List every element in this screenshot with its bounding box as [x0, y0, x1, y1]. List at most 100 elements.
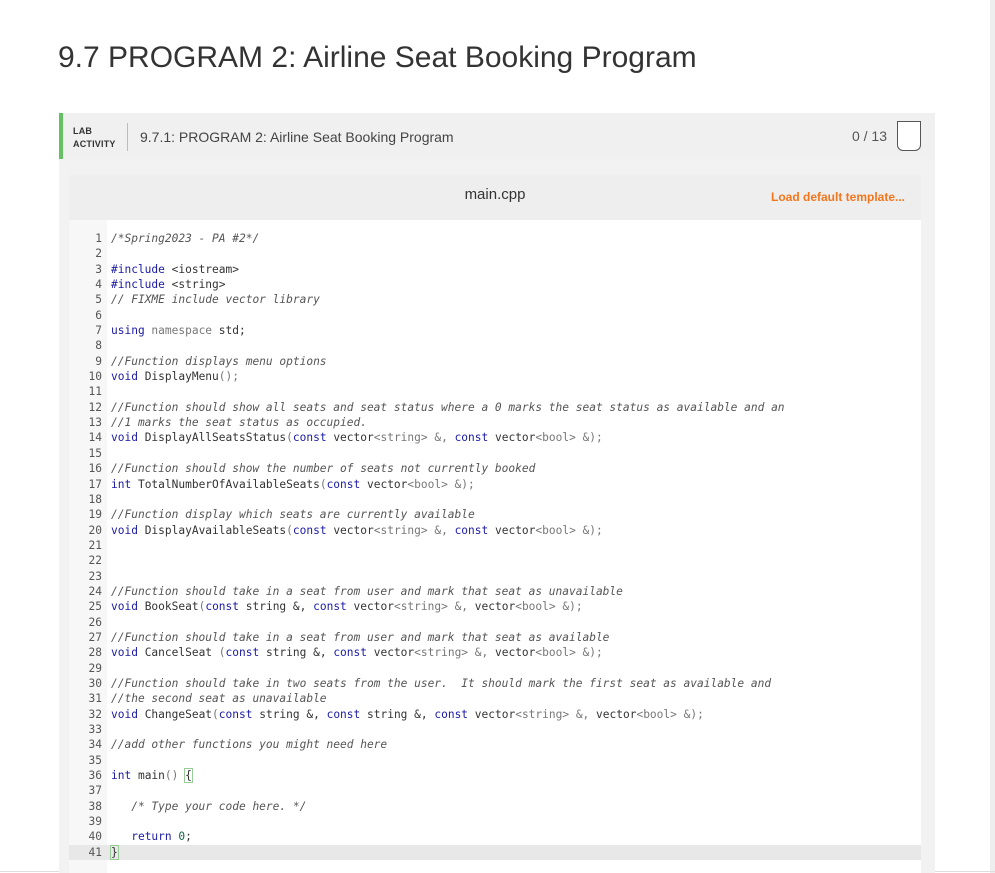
code-token: DisplayAvailableSeats [144, 523, 287, 537]
code-token: vector [494, 646, 536, 660]
code-line[interactable]: 4 #include <string> [69, 277, 921, 292]
line-number: 31 [88, 692, 102, 706]
code-line[interactable]: 3 #include <iostream> [69, 262, 921, 277]
code-line[interactable]: 28 void CancelSeat (const string &, const… [69, 645, 921, 660]
code-line[interactable]: 29 [69, 661, 921, 676]
code-line[interactable]: 8 [69, 338, 921, 353]
code-token: void [111, 370, 145, 384]
code-token: <string> &, [373, 431, 455, 445]
code-text: #include <iostream> [111, 262, 239, 277]
line-number: 22 [88, 554, 102, 568]
line-number: 4 [95, 278, 102, 292]
code-token: DisplayAllSeatsStatus [144, 431, 287, 445]
code-line[interactable]: 2 [69, 246, 921, 261]
code-line[interactable]: 9 //Function displays menu options [69, 354, 921, 369]
line-number: 19 [88, 508, 102, 522]
line-number: 27 [88, 630, 102, 644]
line-number: 30 [88, 676, 102, 690]
code-text: //add other functions you might need her… [111, 737, 387, 752]
code-line[interactable]: 40 return 0; [69, 829, 921, 844]
code-text: //Function should show all seats and sea… [111, 400, 785, 415]
code-line[interactable]: 26 [69, 615, 921, 630]
code-line[interactable]: 35 [69, 753, 921, 768]
code-line[interactable]: 11 [69, 384, 921, 399]
line-number: 38 [88, 799, 102, 813]
code-line[interactable]: 27 //Function should take in a seat from … [69, 630, 921, 645]
line-number: 18 [88, 492, 102, 506]
code-token: const [434, 707, 475, 721]
code-token: const [218, 707, 260, 721]
code-token: <string> &, [393, 600, 475, 614]
code-line[interactable]: 16 //Function should show the number of s… [69, 461, 921, 476]
code-line[interactable]: 25 void BookSeat(const string &, const ve… [69, 599, 921, 614]
code-text: //Function display which seats are curre… [111, 507, 475, 522]
code-token: const [454, 431, 495, 445]
code-line[interactable]: 15 [69, 446, 921, 461]
code-text: //Function displays menu options [111, 354, 327, 369]
code-line[interactable]: 36 int main() { [69, 768, 921, 784]
code-line[interactable]: 19 //Function display which seats are cur… [69, 507, 921, 522]
code-line[interactable]: 32 void ChangeSeat(const string &, const … [69, 707, 921, 722]
code-token: vector [373, 646, 415, 660]
activity-type-label: LAB ACTIVITY [73, 125, 116, 151]
code-line[interactable]: 12 //Function should show all seats and s… [69, 400, 921, 415]
code-token: vector [353, 600, 394, 614]
code-token: CancelSeat [144, 646, 219, 660]
code-line[interactable]: 17 int TotalNumberOfAvailableSeats(const … [69, 477, 921, 492]
code-token: void [111, 523, 145, 537]
code-line[interactable]: 37 [69, 783, 921, 798]
code-token: ( [319, 477, 327, 491]
code-line[interactable]: 41} [69, 844, 921, 861]
code-line[interactable]: 30 //Function should take in two seats fr… [69, 676, 921, 691]
code-line[interactable]: 18 [69, 492, 921, 507]
code-text-area[interactable]: 1 /*Spring2023 - PA #2*/ 2 3 #include <iostr… [69, 220, 921, 873]
score-text: 0 / 13 [851, 128, 887, 144]
code-token: { [184, 768, 193, 784]
code-token: string &, [265, 646, 334, 660]
line-number: 11 [88, 385, 102, 399]
code-token: <bool> &); [535, 523, 603, 537]
scrollbar-track[interactable] [990, 0, 995, 873]
line-number: 29 [88, 661, 102, 675]
code-line[interactable]: 38 /* Type your code here. */ [69, 799, 921, 814]
code-text: } [110, 844, 119, 860]
code-token: void [111, 600, 145, 614]
code-token: ( [286, 431, 293, 445]
code-line[interactable]: 21 [69, 538, 921, 553]
code-line[interactable]: 13 //1 marks the seat status as occupied. [69, 415, 921, 430]
code-text: //1 marks the seat status as occupied. [111, 415, 367, 430]
line-number: 7 [95, 324, 102, 338]
code-line[interactable]: 10 void DisplayMenu(); [69, 369, 921, 384]
line-number: 15 [88, 446, 102, 460]
code-line[interactable]: 39 [69, 814, 921, 829]
code-line[interactable]: 1 /*Spring2023 - PA #2*/ [69, 231, 921, 246]
code-token: const [326, 707, 367, 721]
line-number: 10 [88, 370, 102, 384]
code-line[interactable]: 34 //add other functions you might need h… [69, 737, 921, 752]
code-line[interactable]: 24 //Function should take in a seat from … [69, 584, 921, 599]
code-text: //the second seat as unavailable [111, 691, 327, 706]
code-line[interactable]: 22 [69, 553, 921, 568]
load-default-template-link[interactable]: Load default template... [771, 190, 905, 204]
code-lines[interactable]: 1 /*Spring2023 - PA #2*/ 2 3 #include <iostr… [69, 231, 921, 861]
code-line[interactable]: 33 [69, 722, 921, 737]
code-token: ( [286, 523, 293, 537]
line-number: 35 [88, 753, 102, 767]
code-line[interactable]: 7 using namespace std; [69, 323, 921, 338]
line-number: 20 [88, 523, 102, 537]
code-line[interactable]: 23 [69, 569, 921, 584]
code-line[interactable]: 5 // FIXME include vector library [69, 292, 921, 307]
code-line[interactable]: 20 void DisplayAvailableSeats(const vecto… [69, 523, 921, 538]
code-token: <string> [171, 278, 226, 292]
code-token: const [333, 646, 374, 660]
line-number: 12 [88, 400, 102, 414]
code-token: vector [333, 431, 374, 445]
line-number: 23 [88, 569, 102, 583]
code-line[interactable]: 31 //the second seat as unavailable [69, 691, 921, 706]
code-line[interactable]: 14 void DisplayAllSeatsStatus(const vecto… [69, 430, 921, 445]
lab-activity: LAB ACTIVITY 9.7.1: PROGRAM 2: Airline S… [59, 113, 935, 873]
code-line[interactable]: 6 [69, 308, 921, 323]
activity-accent-bar [59, 113, 63, 159]
code-token: vector [494, 431, 536, 445]
code-token: //Function display which seats are curre… [111, 508, 475, 522]
